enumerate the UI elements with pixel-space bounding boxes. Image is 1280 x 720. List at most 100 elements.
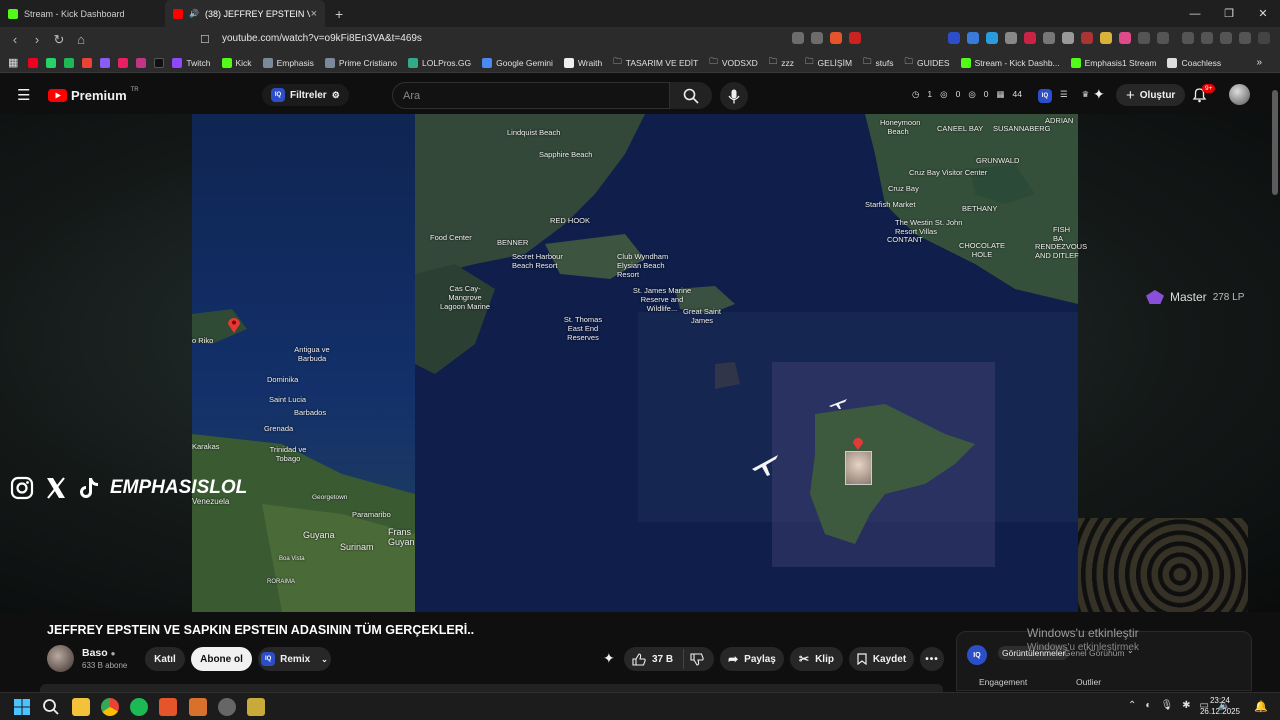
tab-youtube-video[interactable]: 🔊 (38) JEFFREY EPSTEIN VE SAPK ×	[165, 0, 325, 27]
more-actions-button[interactable]: •••	[920, 647, 944, 671]
bookmark-emphasis[interactable]: Emphasis	[262, 57, 314, 68]
sublime-icon[interactable]	[189, 698, 207, 716]
bookmark-folder[interactable]: 🗀 zzz	[769, 56, 794, 70]
bookmark-folder[interactable]: 🗀 GELİŞİM	[805, 56, 852, 70]
extension-icon[interactable]	[986, 32, 998, 44]
create-button[interactable]: + Oluştur	[1116, 84, 1186, 106]
back-icon[interactable]: ‹	[8, 32, 22, 48]
reload-icon[interactable]: ↻	[52, 32, 66, 48]
channel-avatar[interactable]	[47, 645, 74, 672]
spotify-icon[interactable]	[64, 57, 75, 68]
iq-icon[interactable]: IQ	[967, 645, 987, 665]
bookmark-folder[interactable]: 🗀 stufs	[863, 56, 893, 70]
extension-icon[interactable]	[1081, 32, 1093, 44]
share-button[interactable]: ➦ Paylaş	[720, 647, 784, 671]
account-avatar[interactable]	[1229, 84, 1250, 105]
bookmark-wraith[interactable]: Wraith	[563, 57, 602, 68]
cast-icon[interactable]	[792, 32, 804, 44]
notifications-icon[interactable]: 🔔	[1254, 700, 1268, 713]
close-tab-icon[interactable]: ×	[311, 8, 317, 20]
clip-button[interactable]: ✂ Klip	[790, 647, 843, 671]
forward-icon[interactable]: ›	[30, 32, 44, 48]
extension-icon[interactable]	[1062, 32, 1074, 44]
bookmark-folder[interactable]: 🗀 VODSXD	[709, 56, 757, 70]
url-field[interactable]: youtube.com/watch?v=o9kFi8En3VA&t=469s	[222, 33, 422, 44]
extension-icon[interactable]	[1100, 32, 1112, 44]
bookmark-folder[interactable]: 🗀 GUIDES	[905, 56, 950, 70]
tab-kick-dashboard[interactable]: Stream - Kick Dashboard	[0, 0, 165, 27]
vpn-icon[interactable]	[1239, 32, 1251, 44]
app-icon[interactable]	[218, 698, 236, 716]
voice-search-button[interactable]	[720, 82, 748, 110]
close-window-button[interactable]: ✕	[1246, 0, 1280, 27]
bookmark-gemini[interactable]: Google Gemini	[482, 57, 553, 68]
extension-icon[interactable]	[1043, 32, 1055, 44]
rewards-icon[interactable]	[849, 32, 861, 44]
gemini-ask-icon[interactable]: ✦	[603, 650, 615, 667]
bookmark-lolpros[interactable]: LOLPros.GG	[408, 57, 471, 68]
extension-icon[interactable]	[1005, 32, 1017, 44]
tray-app-icon[interactable]: ◐	[1145, 700, 1151, 711]
chrome-icon[interactable]	[101, 698, 119, 716]
file-explorer-icon[interactable]	[72, 698, 90, 716]
youtube-premium-logo[interactable]: Premium TR	[48, 87, 139, 103]
brave-shield-icon[interactable]	[830, 32, 842, 44]
join-button[interactable]: Katıl	[145, 647, 185, 671]
bookmark-icon[interactable]	[118, 57, 129, 68]
more-bookmarks-icon[interactable]: »	[1256, 57, 1262, 68]
maximize-button[interactable]: ❐	[1212, 0, 1246, 27]
gemini-star-icon[interactable]: ✦	[1093, 86, 1105, 103]
extension-icon[interactable]	[1119, 32, 1131, 44]
bookmark-coachless[interactable]: Coachless	[1167, 57, 1221, 68]
search-icon[interactable]	[42, 698, 60, 716]
bookmark-kick[interactable]: Kick	[221, 57, 252, 68]
list-icon[interactable]: ☰	[1060, 89, 1068, 103]
sidebar-icon[interactable]	[1157, 32, 1169, 44]
leo-icon[interactable]	[1220, 32, 1232, 44]
video-player[interactable]: o Riko Antigua ve Barbuda Dominika Saint…	[0, 114, 1280, 612]
bookmark-emphasis-stream[interactable]: Emphasis1 Stream	[1070, 57, 1156, 68]
apps-grid-icon[interactable]: ▦	[8, 56, 18, 69]
share-icon[interactable]	[811, 32, 823, 44]
puzzle-icon[interactable]	[1138, 32, 1150, 44]
subscribe-button[interactable]: Abone ol	[191, 647, 252, 671]
gmail-icon[interactable]	[82, 57, 93, 68]
save-button[interactable]: Kaydet	[849, 647, 914, 671]
bookmark-kick-dashboard[interactable]: Stream - Kick Dashb...	[960, 57, 1060, 68]
youtube-bookmark-icon[interactable]	[28, 57, 39, 68]
bookmark-twitch[interactable]: Twitch	[172, 57, 211, 68]
bluetooth-icon[interactable]: ✱	[1182, 700, 1190, 711]
remix-button[interactable]: IQ Remix ⌄	[258, 647, 331, 671]
filters-button[interactable]: IQ Filtreler ⚙	[262, 84, 349, 106]
extension-icon[interactable]	[967, 32, 979, 44]
wallet-icon[interactable]	[1201, 32, 1213, 44]
tiktok-icon[interactable]	[154, 57, 165, 68]
hamburger-menu-icon[interactable]: ☰	[17, 86, 30, 104]
instagram-icon[interactable]	[136, 57, 147, 68]
music-icon[interactable]	[1182, 32, 1194, 44]
spotify-icon[interactable]	[130, 698, 148, 716]
windows-start-icon[interactable]	[13, 698, 31, 716]
bookmark-prime-cristiano[interactable]: Prime Cristiano	[324, 57, 397, 68]
system-clock[interactable]: 23:24 26.12.2025	[1200, 695, 1240, 717]
extension-icon[interactable]	[948, 32, 960, 44]
microphone-icon[interactable]: 🎙	[1160, 700, 1173, 711]
league-icon[interactable]	[247, 698, 265, 716]
new-tab-button[interactable]: +	[335, 6, 343, 22]
page-scrollbar[interactable]	[1272, 90, 1278, 195]
search-input[interactable]: Ara	[392, 82, 670, 109]
trophy-icon[interactable]: ♛	[1082, 89, 1090, 103]
home-icon[interactable]: ⌂	[74, 32, 88, 48]
minimize-button[interactable]: —	[1178, 0, 1212, 27]
bookmark-folder[interactable]: 🗀 TASARIM VE EDİT	[613, 56, 698, 70]
iq-icon[interactable]: IQ	[1037, 89, 1052, 103]
bookmark-star-icon[interactable]: ☐	[200, 33, 210, 46]
chevron-up-icon[interactable]: ⌃	[1128, 700, 1136, 711]
search-button[interactable]	[670, 82, 712, 109]
menu-icon[interactable]	[1258, 32, 1270, 44]
dislike-button[interactable]	[683, 649, 709, 669]
whatsapp-icon[interactable]	[46, 57, 57, 68]
brave-icon[interactable]	[159, 698, 177, 716]
channel-name[interactable]: Baso ●	[82, 647, 127, 659]
extension-icon[interactable]	[1024, 32, 1036, 44]
